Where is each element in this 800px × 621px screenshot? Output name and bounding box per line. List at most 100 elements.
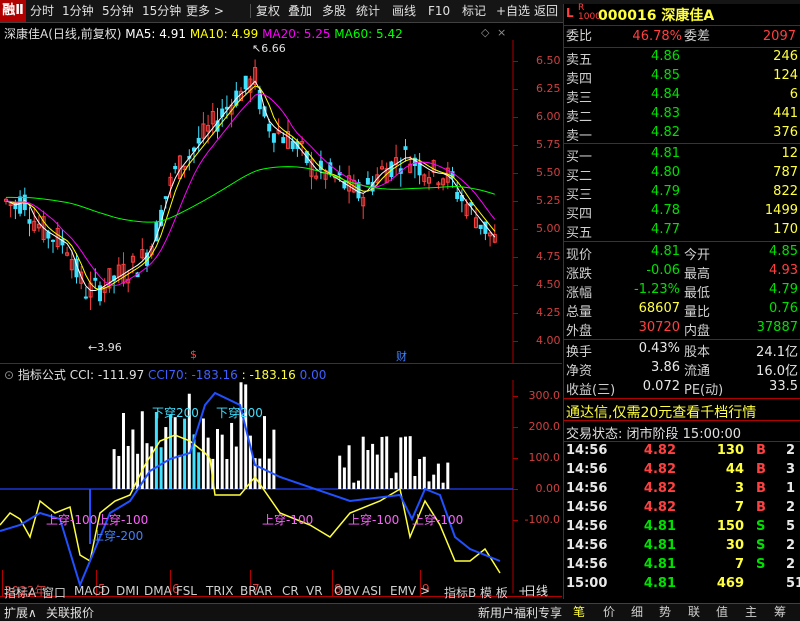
cci-tick-label: 300.0 <box>528 389 561 402</box>
indicator-tab-0[interactable]: 指标A <box>4 584 36 601</box>
period-1min[interactable]: 1分钟 <box>62 3 94 19</box>
tick-volume: 30 <box>725 538 744 553</box>
multi-stock-button[interactable]: 多股 <box>322 3 346 19</box>
bid-price: 4.79 <box>651 184 680 199</box>
ask-label: 卖一 <box>566 129 593 144</box>
low-price-label: ←3.96 <box>88 341 122 354</box>
indicator-tab-12[interactable]: EMV <box>390 584 416 598</box>
cci-bar <box>239 382 243 489</box>
add-watchlist-button[interactable]: +自选 <box>496 3 530 19</box>
market-flag-icon: L <box>566 6 574 20</box>
cci-bar <box>371 443 375 489</box>
footer-tab[interactable]: 筹 <box>774 603 786 620</box>
bid-volume: 1499 <box>764 203 798 218</box>
y-tick-label: 6.00 <box>536 110 561 123</box>
tick-volume: 44 <box>725 462 744 477</box>
candle-body <box>267 123 272 132</box>
indicator-tab-1[interactable]: 窗口 <box>42 584 66 601</box>
stats-button[interactable]: 统计 <box>356 3 380 19</box>
overlay-button[interactable]: 叠加 <box>288 3 312 19</box>
stat-value: 30720 <box>638 320 680 335</box>
cci-bar <box>164 427 168 489</box>
related-quote-button[interactable]: 关联报价 <box>46 604 94 621</box>
diamond-icon[interactable]: ◇ <box>481 26 489 39</box>
cci-bar <box>126 445 130 489</box>
stat-value: 4.85 <box>769 244 798 259</box>
cci-bar <box>244 384 248 489</box>
tick-time: 14:56 <box>566 443 608 458</box>
fund-value: 0.43% <box>638 341 680 356</box>
indicator-tab-4[interactable]: DMA <box>144 584 172 598</box>
footer-tab[interactable]: 价 <box>603 603 615 620</box>
indicator-tab-6[interactable]: TRIX <box>206 584 233 598</box>
indicator-tab-7[interactable]: BRAR <box>240 584 273 598</box>
indicator-tab-13[interactable]: > <box>420 584 430 598</box>
indicator-tab-5[interactable]: FSL <box>176 584 197 598</box>
cci-bar <box>347 445 351 489</box>
footer-tab[interactable]: 值 <box>716 603 728 620</box>
tick-count: 51 <box>786 576 800 591</box>
expand-button[interactable]: 扩展∧ <box>4 604 37 621</box>
bid-volume: 12 <box>781 146 798 161</box>
footer-tab[interactable]: 细 <box>631 603 643 620</box>
indicator-tab-17[interactable]: - <box>542 584 546 598</box>
indicator-tab-9[interactable]: VR <box>306 584 323 598</box>
indicator-tab-10[interactable]: OBV <box>334 584 360 598</box>
back-button[interactable]: 返回 <box>534 3 558 19</box>
toolbar-divider <box>250 4 251 18</box>
cci-bar <box>352 482 356 489</box>
cci-bar <box>446 462 450 489</box>
mark-button[interactable]: 标记 <box>462 3 486 19</box>
weibi-value: 46.78% <box>632 29 682 44</box>
cci-bar <box>404 436 407 489</box>
y-tick-label: 4.75 <box>536 250 561 263</box>
cci-annotation: 上穿-100 <box>46 513 98 527</box>
tick-volume: 3 <box>734 481 744 496</box>
indicator-tab-11[interactable]: ASI <box>362 584 381 598</box>
fund-value: 24.1亿 <box>756 345 798 360</box>
cci-bar <box>357 480 360 489</box>
candle-body <box>51 239 55 242</box>
period-5min[interactable]: 5分钟 <box>102 3 134 19</box>
dividend-marker[interactable]: $ <box>190 348 197 361</box>
stat-label: 外盘 <box>566 324 593 339</box>
ask-volume: 124 <box>773 68 798 83</box>
finance-marker[interactable]: 财 <box>396 348 407 364</box>
cci-bar <box>145 443 149 489</box>
tick-time: 14:56 <box>566 538 608 553</box>
indicator-tab-8[interactable]: CR <box>282 584 299 598</box>
cci-annotation: 下穿200 <box>216 406 263 420</box>
ask-label: 卖五 <box>566 53 593 68</box>
f10-button[interactable]: F10 <box>428 3 450 19</box>
indicator-tab-14[interactable]: 指标B <box>444 584 476 601</box>
new-user-promo[interactable]: 新用户福利专享 <box>478 604 562 621</box>
tick-time: 14:56 <box>566 462 608 477</box>
y-tick-label: 6.50 <box>536 54 561 67</box>
stat-value: 0.76 <box>769 301 798 316</box>
cci-bar <box>230 422 234 489</box>
high-price-value: 6.66 <box>261 42 286 55</box>
candle-body <box>173 165 178 170</box>
tick-volume: 150 <box>716 519 744 534</box>
footer-tab[interactable]: 主 <box>745 603 757 620</box>
footer-tab[interactable]: 联 <box>688 603 700 620</box>
level2-promo[interactable]: 通达信,仅需20元查看千档行情 <box>566 402 756 422</box>
period-15min[interactable]: 15分钟 <box>142 3 181 19</box>
footer-tab[interactable]: 势 <box>659 603 671 620</box>
y-tick-label: 5.50 <box>536 166 561 179</box>
footer-tab[interactable]: 笔 <box>573 603 585 620</box>
indicator-tab-2[interactable]: MACD <box>74 584 110 598</box>
period-more[interactable]: 更多 > <box>186 3 224 19</box>
y-tick-mark <box>513 173 518 174</box>
indicator-tab-15[interactable]: 模 板 <box>480 584 508 601</box>
draw-line-button[interactable]: 画线 <box>392 3 416 19</box>
indicator-tab-3[interactable]: DMI <box>116 584 139 598</box>
close-icon[interactable]: × <box>497 26 506 39</box>
period-fenshi[interactable]: 分时 <box>30 3 54 19</box>
fuquan-button[interactable]: 复权 <box>256 3 280 19</box>
y-tick-label: 5.25 <box>536 194 561 207</box>
cci-bar <box>178 454 182 489</box>
ma-legend-item: MA60: 5.42 <box>330 27 403 41</box>
indicator-tab-16[interactable]: + <box>518 584 528 598</box>
fund-label: 换手 <box>566 345 593 360</box>
